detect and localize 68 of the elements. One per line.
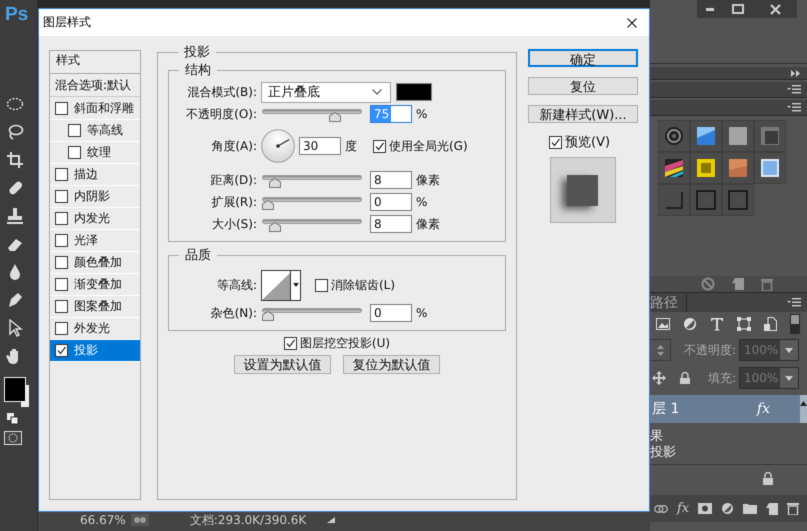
unit-label: %: [416, 107, 428, 121]
field-label: 角度(A):: [210, 138, 258, 154]
checkbox-label: 图层挖空投影(U): [300, 335, 390, 352]
list-item[interactable]: 内发光: [50, 208, 140, 230]
zoom-level: 66.67%: [80, 513, 126, 527]
add-style-button[interactable]: fx: [677, 501, 690, 516]
unit-label: %: [416, 195, 428, 209]
list-item[interactable]: 混合选项:默认: [50, 74, 140, 97]
list-item[interactable]: 描边: [50, 164, 140, 186]
field-label: 距离(D):: [209, 172, 258, 188]
effects-label: fx: [756, 401, 770, 417]
field-label: 大小(S):: [210, 216, 258, 232]
action-button[interactable]: 新建样式(W)...: [528, 105, 638, 123]
item-label: 图案叠加: [74, 298, 122, 315]
field-label: 杂色(N):: [210, 304, 258, 322]
number-field[interactable]: 8: [370, 215, 412, 233]
checkbox-label: 预览(V): [565, 134, 610, 151]
window-title: 图层样式: [43, 14, 92, 31]
number-field[interactable]: 0: [370, 193, 412, 211]
field-label: 混合模式(B):: [186, 84, 258, 100]
list-item[interactable]: 颜色叠加: [50, 252, 140, 274]
group-title: 投影: [183, 44, 211, 61]
group-title: 品质: [184, 247, 212, 264]
number-field[interactable]: 8: [370, 171, 412, 189]
item-label: 纹理: [87, 144, 111, 161]
action-button[interactable]: 复位: [528, 77, 638, 95]
item-label: 渐变叠加: [74, 276, 122, 293]
list-item[interactable]: 光泽: [50, 230, 140, 252]
field-label: 扩展(R):: [210, 194, 258, 210]
unit-label: 像素: [416, 172, 440, 188]
item-label: 颜色叠加: [74, 254, 122, 271]
list-item[interactable]: 内阴影: [50, 186, 140, 208]
item-label: 内阴影: [74, 188, 110, 205]
unit-label: 像素: [416, 216, 440, 232]
field-label: 不透明度(O):: [185, 106, 258, 122]
effect-item[interactable]: 果: [650, 429, 663, 445]
layer-row[interactable]: 层 1 fx: [650, 395, 800, 423]
document-info: 文档:293.0K/390.6K: [190, 512, 306, 528]
checkbox-label: 消除锯齿(L): [331, 276, 396, 294]
field-label: 等高线:: [216, 276, 258, 294]
app-logo: Ps: [4, 3, 28, 27]
item-label: 等高线: [87, 122, 123, 139]
group-title: 结构: [184, 62, 212, 79]
action-button[interactable]: 确定: [528, 49, 638, 67]
item-label: 光泽: [74, 232, 98, 249]
list-item[interactable]: 纹理: [50, 142, 140, 164]
list-item[interactable]: 渐变叠加: [50, 274, 140, 296]
item-label: 投影: [74, 342, 98, 359]
number-field[interactable]: 0: [370, 304, 412, 322]
unit-label: %: [416, 306, 428, 320]
effect-item[interactable]: 投影: [650, 445, 676, 461]
list-header: 样式: [50, 51, 140, 74]
field-label: 不透明度:: [684, 342, 736, 358]
list-item[interactable]: 斜面和浮雕: [50, 98, 140, 120]
item-label: 外发光: [74, 320, 110, 337]
field-label: 填充:: [708, 370, 736, 386]
list-item[interactable]: 等高线: [50, 120, 140, 142]
list-item[interactable]: 投影: [50, 340, 140, 362]
item-label: 斜面和浮雕: [74, 100, 134, 117]
item-label: 内发光: [74, 210, 110, 227]
default-button[interactable]: 设置为默认值: [234, 355, 331, 374]
list-item[interactable]: 图案叠加: [50, 296, 140, 318]
checkbox-label: 使用全局光(G): [389, 138, 468, 154]
blend-mode-dropdown[interactable]: 正片叠底: [261, 82, 391, 102]
item-label: 描边: [74, 166, 98, 183]
default-button[interactable]: 复位为默认值: [343, 355, 440, 374]
number-field[interactable]: 30: [299, 137, 341, 155]
unit-label: 度: [345, 138, 357, 154]
